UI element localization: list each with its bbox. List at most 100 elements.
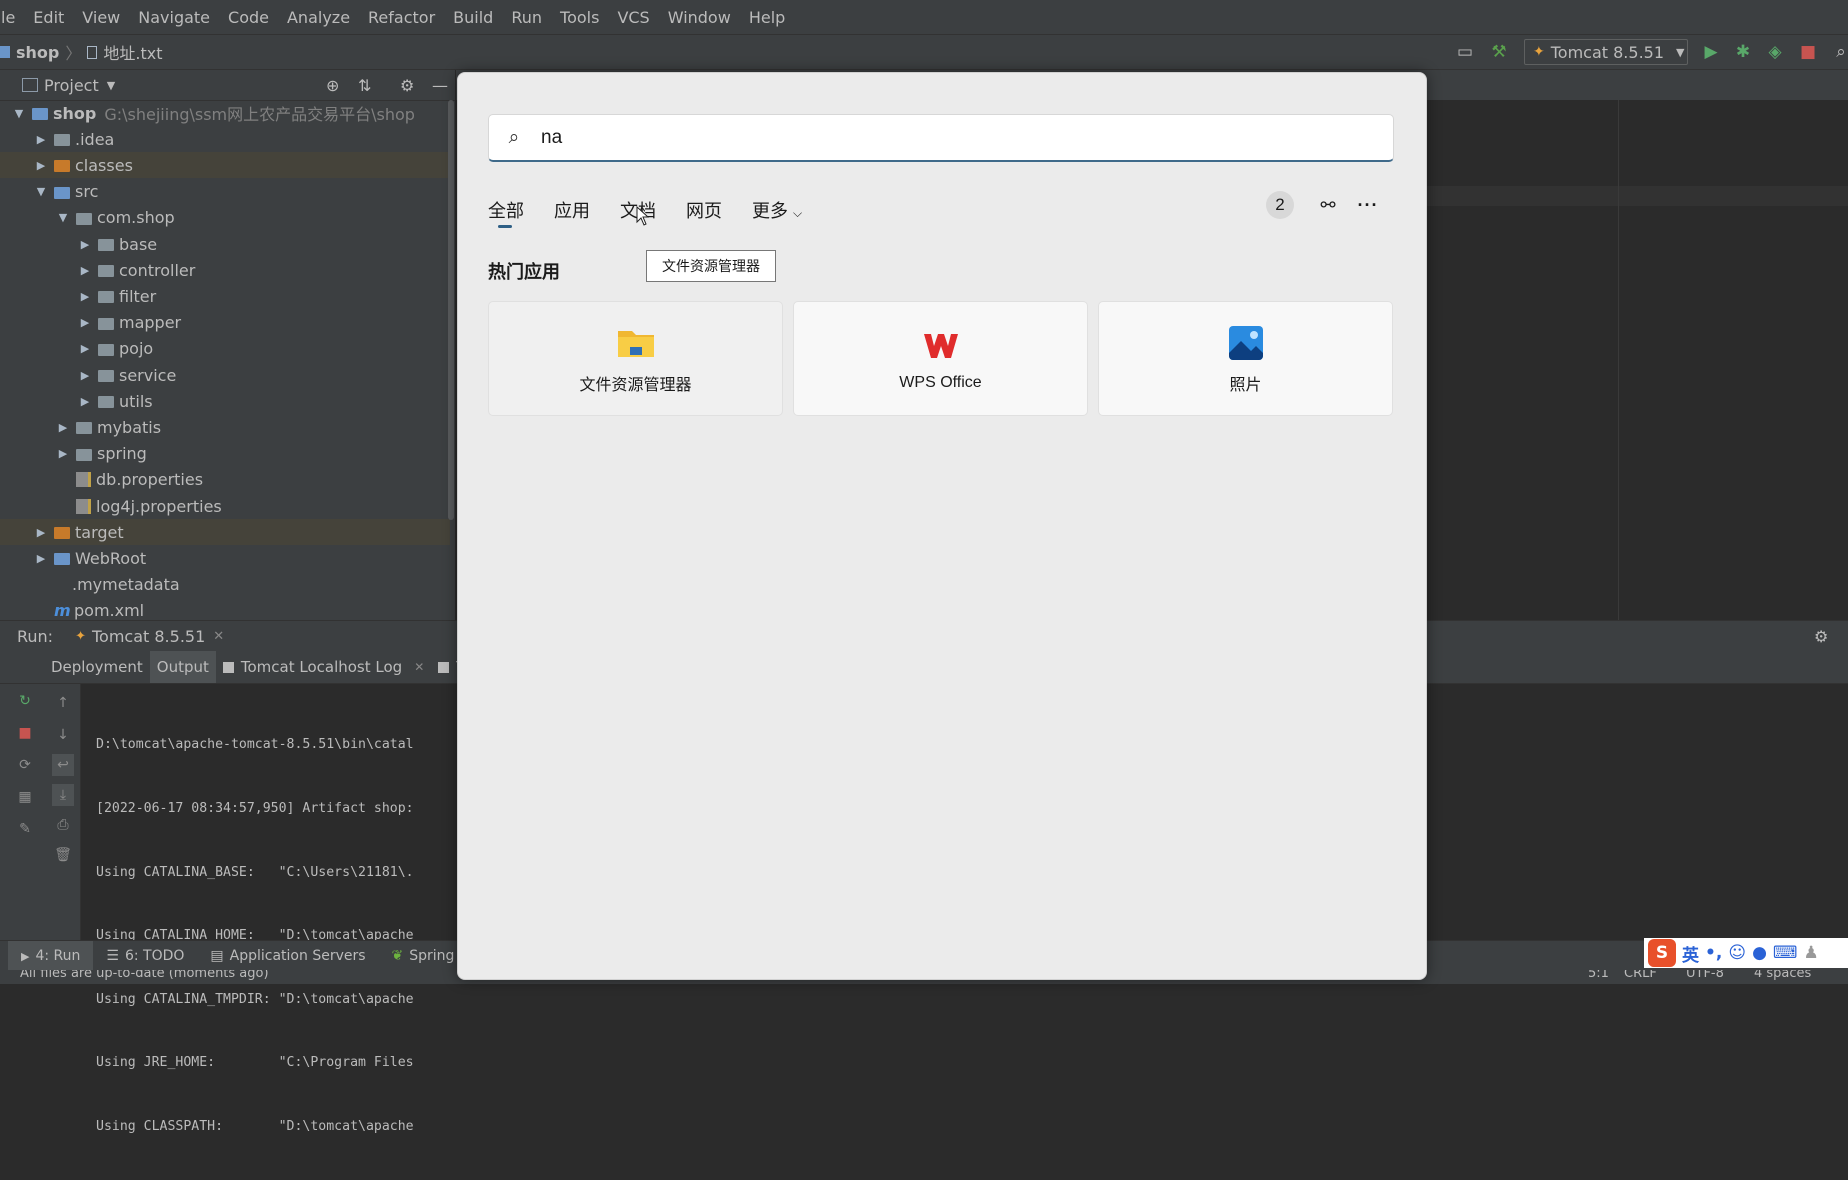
run-icon[interactable]: ▶ [1700, 41, 1722, 63]
tab-all[interactable]: 全部 [488, 191, 524, 228]
breadcrumb-project[interactable]: shop [16, 43, 59, 62]
chevron-down-icon[interactable]: ▼ [56, 211, 70, 224]
tree-item[interactable]: ▼ shop G:\shejiing\ssm网上农产品交易平台\shop [0, 100, 450, 126]
tree-item[interactable]: log4j.properties [0, 493, 450, 519]
build-hammer-icon[interactable]: ⚒ [1488, 41, 1510, 63]
tab-deployment[interactable]: Deployment [44, 651, 150, 683]
print-icon[interactable]: ⎙ [52, 814, 74, 836]
tree-item[interactable]: db.properties [0, 467, 450, 493]
minimize-icon[interactable]: — [432, 76, 448, 95]
sogou-logo-icon[interactable]: S [1648, 939, 1676, 967]
soft-wrap-icon[interactable]: ↩ [52, 754, 74, 776]
chevron-right-icon[interactable]: ▶ [78, 316, 92, 329]
layout-icon[interactable]: ▭ [1454, 41, 1476, 63]
ime-mode[interactable]: 英 [1682, 941, 1699, 966]
project-panel-title[interactable]: Project [44, 76, 99, 95]
chevron-right-icon[interactable]: ▶ [78, 238, 92, 251]
microphone-icon[interactable]: ● [1752, 943, 1767, 963]
stop-icon[interactable]: ■ [1797, 41, 1819, 63]
tree-item[interactable]: ▶ mapper [0, 310, 450, 336]
tree-item[interactable]: ▶ spring [0, 441, 450, 467]
menu-code[interactable]: Code [219, 8, 278, 27]
tree-item[interactable]: ▶ utils [0, 388, 450, 414]
tree-item[interactable]: ▶ mybatis [0, 414, 450, 440]
chevron-down-icon[interactable]: ▼ [107, 79, 115, 92]
tool-window-spring[interactable]: ❦ Spring [379, 948, 468, 964]
chevron-down-icon[interactable]: ▼ [34, 185, 48, 198]
chevron-right-icon[interactable]: ▶ [78, 290, 92, 303]
menu-file[interactable]: le [0, 8, 24, 27]
menu-help[interactable]: Help [740, 8, 794, 27]
status-encoding[interactable]: UTF-8 [1686, 970, 1724, 981]
coverage-icon[interactable]: ◈ [1764, 41, 1786, 63]
tab-apps[interactable]: 应用 [554, 191, 590, 223]
search-box[interactable]: ⌕ [488, 114, 1394, 162]
app-card-file-explorer[interactable]: 文件资源管理器 [488, 301, 783, 416]
menu-window[interactable]: Window [659, 8, 740, 27]
punctuation-icon[interactable]: •, [1705, 943, 1722, 963]
tree-item[interactable]: ▶ base [0, 231, 450, 257]
tree-item[interactable]: ▶ service [0, 362, 450, 388]
menu-build[interactable]: Build [444, 8, 502, 27]
chevron-right-icon[interactable]: ▶ [78, 264, 92, 277]
run-config-tab[interactable]: Tomcat 8.5.51 [92, 627, 205, 646]
stop-icon[interactable]: ■ [14, 722, 36, 744]
collapse-all-icon[interactable]: ⇅ [358, 76, 371, 95]
tab-more[interactable]: 更多 ⌵ [752, 191, 802, 223]
layout-icon[interactable]: ▦ [14, 786, 36, 808]
scroll-up-icon[interactable]: ↑ [52, 692, 74, 714]
menu-run[interactable]: Run [502, 8, 551, 27]
user-icon[interactable]: ♟ [1803, 943, 1818, 963]
gear-icon[interactable]: ⚙ [400, 76, 414, 95]
console-output[interactable]: D:\tomcat\apache-tomcat-8.5.51\bin\catal… [96, 692, 414, 1180]
keyboard-icon[interactable]: ⌨ [1773, 943, 1798, 963]
tool-window-run[interactable]: ▶ 4: Run [8, 941, 94, 971]
menu-analyze[interactable]: Analyze [278, 8, 359, 27]
chevron-right-icon[interactable]: ▶ [34, 159, 48, 172]
run-config-selector[interactable]: ✦ Tomcat 8.5.51 ▼ [1524, 39, 1688, 65]
locate-icon[interactable]: ⊕ [326, 76, 339, 95]
emoji-icon[interactable]: ☺ [1728, 943, 1746, 963]
tree-item[interactable]: ▼ src [0, 179, 450, 205]
tree-item[interactable]: ▶ .idea [0, 126, 450, 152]
tab-output[interactable]: Output [149, 651, 216, 683]
search-input[interactable] [539, 125, 1363, 150]
update-icon[interactable]: ⟳ [14, 754, 36, 776]
status-line-separator[interactable]: CRLF [1624, 970, 1657, 981]
more-options-icon[interactable]: ··· [1354, 191, 1382, 219]
debug-icon[interactable]: ✱ [1732, 41, 1754, 63]
app-card-photos[interactable]: 照片 [1098, 301, 1393, 416]
chevron-right-icon[interactable]: ▶ [34, 133, 48, 146]
close-icon[interactable]: ✕ [213, 629, 224, 644]
tree-item[interactable]: ▶ filter [0, 283, 450, 309]
chevron-right-icon[interactable]: ▶ [34, 552, 48, 565]
menu-navigate[interactable]: Navigate [129, 8, 219, 27]
trash-icon[interactable]: 🗑 [52, 844, 74, 866]
scroll-down-icon[interactable]: ↓ [52, 724, 74, 746]
chevron-right-icon[interactable]: ▶ [78, 369, 92, 382]
menu-edit[interactable]: Edit [24, 8, 73, 27]
tool-window-todo[interactable]: ☰ 6: TODO [93, 948, 197, 964]
menu-tools[interactable]: Tools [551, 8, 608, 27]
tree-item[interactable]: ▼ com.shop [0, 205, 450, 231]
chevron-right-icon[interactable]: ▶ [56, 447, 70, 460]
rewards-badge[interactable]: 2 [1266, 191, 1294, 219]
breadcrumb-file[interactable]: 地址.txt [103, 40, 162, 64]
pin-icon[interactable]: ✎ [14, 818, 36, 840]
menu-view[interactable]: View [73, 8, 129, 27]
rerun-icon[interactable]: ↻ [14, 690, 36, 712]
menu-vcs[interactable]: VCS [608, 8, 658, 27]
scroll-to-end-icon[interactable]: ⤓ [52, 784, 74, 806]
chevron-down-icon[interactable]: ▼ [12, 107, 26, 120]
tab-tomcat-localhost-log[interactable]: Tomcat Localhost Log ✕ [216, 651, 431, 683]
tab-web[interactable]: 网页 [686, 191, 722, 223]
project-scrollbar[interactable] [448, 100, 454, 520]
tree-item[interactable]: ▶ classes [0, 152, 450, 179]
tree-item[interactable]: .mymetadata [0, 572, 450, 598]
menu-refactor[interactable]: Refactor [359, 8, 444, 27]
account-switch-icon[interactable]: ⚯ [1314, 191, 1342, 219]
search-icon[interactable]: ⌕ [1830, 41, 1848, 63]
chevron-right-icon[interactable]: ▶ [34, 526, 48, 539]
tree-item[interactable]: ▶ pojo [0, 336, 450, 362]
chevron-right-icon[interactable]: ▶ [78, 342, 92, 355]
